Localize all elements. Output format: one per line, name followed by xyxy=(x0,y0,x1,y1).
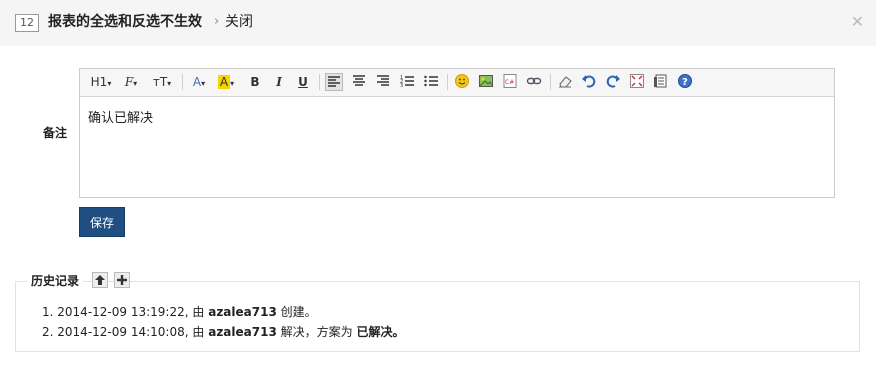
entry-time: 2014-12-09 13:19:22, xyxy=(57,305,189,319)
entry-user: azalea713 xyxy=(208,325,277,339)
fullscreen-icon[interactable] xyxy=(629,73,645,91)
history-title: 历史记录 xyxy=(27,272,84,290)
modal-header: 12 报表的全选和反选不生效 › 关闭 ✕ xyxy=(0,0,876,46)
rich-text-editor[interactable]: H1▾ F▾ тT▾ A▾ A ▾ B I U 123 C# ? 确认已解决 xyxy=(79,68,835,198)
redo-icon[interactable] xyxy=(605,73,621,91)
entry-user: azalea713 xyxy=(208,305,277,319)
history-entry: 2. 2014-12-09 14:10:08, 由 azalea713 解决，方… xyxy=(42,322,404,342)
editor-toolbar: H1▾ F▾ тT▾ A▾ A ▾ B I U 123 C# ? xyxy=(80,69,834,97)
font-size-label: тT xyxy=(152,75,168,89)
font-color-icon[interactable]: A▾ xyxy=(190,73,208,91)
bold-icon[interactable]: B xyxy=(247,73,263,91)
svg-text:?: ? xyxy=(682,77,688,88)
expand-history-button[interactable] xyxy=(114,272,130,288)
svg-text:3: 3 xyxy=(400,83,403,89)
heading-label: H1 xyxy=(90,75,108,89)
font-family-label: F xyxy=(124,75,134,89)
ordered-list-icon[interactable]: 123 xyxy=(399,73,415,91)
editor-content[interactable]: 确认已解决 xyxy=(88,107,153,126)
toolbar-divider xyxy=(447,74,448,90)
help-icon[interactable]: ? xyxy=(677,73,693,91)
highlight-color-icon[interactable]: A ▾ xyxy=(216,73,236,91)
undo-icon[interactable] xyxy=(581,73,597,91)
entry-action: 解决，方案为 xyxy=(280,325,353,339)
action-title: 关闭 xyxy=(225,14,253,30)
arrow-up-icon xyxy=(95,275,105,285)
entry-by: 由 xyxy=(192,325,205,339)
toolbar-divider xyxy=(319,74,320,90)
eraser-icon[interactable] xyxy=(557,73,573,91)
source-code-icon[interactable] xyxy=(653,73,669,91)
font-size-dropdown[interactable]: тT▾ xyxy=(150,73,174,91)
insert-code-icon[interactable]: C# xyxy=(502,73,518,91)
collapse-history-button[interactable] xyxy=(92,272,108,288)
align-center-icon[interactable] xyxy=(351,73,367,91)
toolbar-divider xyxy=(550,74,551,90)
entry-result: 已解决。 xyxy=(356,325,405,339)
toolbar-divider xyxy=(182,74,183,90)
insert-link-icon[interactable] xyxy=(526,73,542,91)
emoticon-icon[interactable] xyxy=(454,73,470,91)
history-entry: 1. 2014-12-09 13:19:22, 由 azalea713 创建。 xyxy=(42,302,404,322)
close-icon[interactable]: ✕ xyxy=(851,13,864,31)
plus-icon xyxy=(117,275,127,285)
underline-icon[interactable]: U xyxy=(295,73,311,91)
align-right-icon[interactable] xyxy=(375,73,391,91)
italic-icon[interactable]: I xyxy=(271,73,287,91)
entry-action: 创建。 xyxy=(280,305,317,319)
align-left-icon[interactable] xyxy=(325,73,343,91)
breadcrumb-separator: › xyxy=(214,14,220,29)
unordered-list-icon[interactable] xyxy=(423,73,439,91)
history-list: 1. 2014-12-09 13:19:22, 由 azalea713 创建。 … xyxy=(42,302,404,342)
remark-label: 备注 xyxy=(43,126,68,140)
entry-number: 2. xyxy=(42,325,54,339)
entry-by: 由 xyxy=(192,305,205,319)
svg-text:C#: C# xyxy=(505,79,514,86)
page-title: 报表的全选和反选不生效 xyxy=(48,14,202,30)
bug-id-badge: 12 xyxy=(15,14,39,32)
font-family-dropdown[interactable]: F▾ xyxy=(120,73,142,91)
entry-number: 1. xyxy=(42,305,54,319)
heading-dropdown[interactable]: H1▾ xyxy=(88,73,114,91)
insert-image-icon[interactable] xyxy=(478,73,494,91)
save-button[interactable]: 保存 xyxy=(79,207,125,237)
entry-time: 2014-12-09 14:10:08, xyxy=(57,325,189,339)
